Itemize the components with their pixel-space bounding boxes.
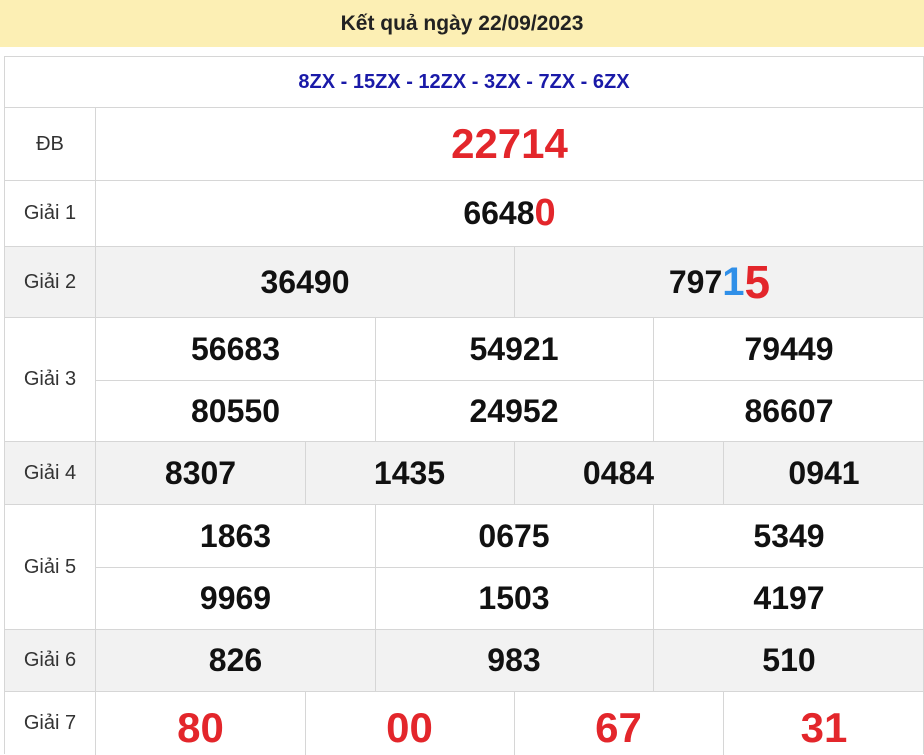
lottery-codes: 8ZX - 15ZX - 12ZX - 3ZX - 7ZX - 6ZX xyxy=(5,57,923,108)
prize-number: 56683 xyxy=(191,330,280,367)
prize-number: 1435 xyxy=(373,454,446,491)
prize-label: ĐB xyxy=(5,108,96,180)
special-prize-number: 22714 xyxy=(451,120,568,167)
prize-row-db: ĐB 22714 xyxy=(5,108,923,181)
prize-number: 8307 xyxy=(164,454,237,491)
prize-number: 79449 xyxy=(744,330,834,367)
number-last-digit: 0 xyxy=(534,192,556,234)
number-prefix: 6648 xyxy=(463,195,535,231)
prize-label: Giải 4 xyxy=(5,442,96,504)
prize-row-g7: Giải 7 80 00 67 31 xyxy=(5,692,923,755)
prize-row-g6: Giải 6 826 983 510 xyxy=(5,630,923,692)
prize-row-g4: Giải 4 8307 1435 0484 0941 xyxy=(5,442,923,505)
prize-number: 31 xyxy=(800,703,848,751)
prize-number: 67 xyxy=(595,703,642,751)
prize-number: 510 xyxy=(762,642,816,678)
prize-number: 6648 0 xyxy=(96,181,923,246)
prize-number: 797 1 5 xyxy=(514,247,924,317)
prize-label: Giải 5 xyxy=(5,505,96,629)
prize-number: 826 xyxy=(208,642,263,678)
prize-label: Giải 1 xyxy=(5,181,96,246)
prize-number: 24952 xyxy=(469,392,559,429)
number-red-digit: 5 xyxy=(744,256,771,308)
prize-row-g5: Giải 5 1863 0675 5349 9969 1503 4197 xyxy=(5,505,923,630)
prize-number: 1503 xyxy=(478,580,550,616)
prize-number: 0675 xyxy=(478,517,550,554)
prize-label: Giải 7 xyxy=(5,692,96,755)
page-title: Kết quả ngày 22/09/2023 xyxy=(0,0,924,47)
number-blue-digit: 1 xyxy=(722,259,745,304)
prize-number: 1863 xyxy=(199,517,272,554)
prize-number: 983 xyxy=(487,642,541,678)
prize-number: 0484 xyxy=(582,454,655,491)
prize-number: 36490 xyxy=(260,263,350,300)
prize-label: Giải 6 xyxy=(5,630,96,691)
prize-number: 86607 xyxy=(744,392,834,429)
prize-number: 0941 xyxy=(788,454,860,491)
prize-number: 80 xyxy=(177,703,224,751)
prize-label: Giải 3 xyxy=(5,318,96,441)
results-table: 8ZX - 15ZX - 12ZX - 3ZX - 7ZX - 6ZX ĐB 2… xyxy=(4,56,924,755)
prize-number: 54921 xyxy=(469,330,559,367)
prize-label: Giải 2 xyxy=(5,247,96,317)
prize-row-g3: Giải 3 56683 54921 79449 80550 24952 866… xyxy=(5,318,923,442)
prize-number: 5349 xyxy=(753,517,825,554)
number-prefix: 797 xyxy=(668,263,723,300)
prize-number: 4197 xyxy=(753,580,825,616)
prize-number: 80550 xyxy=(191,392,280,429)
prize-row-g1: Giải 1 6648 0 xyxy=(5,181,923,247)
prize-row-g2: Giải 2 36490 797 1 5 xyxy=(5,247,923,318)
prize-number: 9969 xyxy=(199,580,272,616)
prize-number: 00 xyxy=(386,703,433,751)
